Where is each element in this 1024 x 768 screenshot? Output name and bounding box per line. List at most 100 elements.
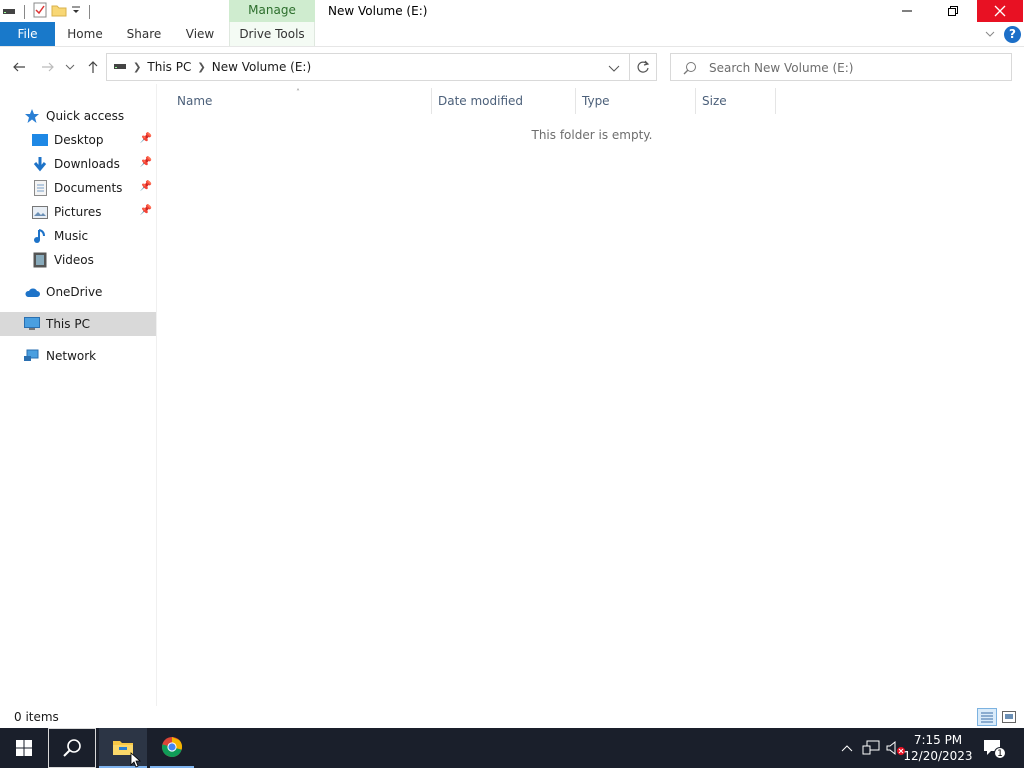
sidebar-item-label: This PC: [46, 317, 90, 331]
chrome-icon: [161, 737, 182, 758]
breadcrumb-this-pc[interactable]: This PC: [147, 60, 191, 74]
refresh-button[interactable]: [630, 53, 657, 81]
restore-button[interactable]: [930, 0, 976, 22]
sidebar-item-label: Quick access: [46, 109, 125, 123]
taskbar: 7:15 PM 12/20/2023 1: [0, 728, 1024, 768]
chevron-up-icon: [841, 745, 853, 752]
column-date-modified[interactable]: Date modified: [432, 88, 576, 114]
sidebar-item-label: Music: [54, 229, 89, 243]
large-icons-view-button[interactable]: [999, 708, 1019, 726]
back-button[interactable]: [10, 58, 28, 76]
drive-icon: [113, 60, 127, 74]
videos-icon: [32, 252, 48, 268]
start-button[interactable]: [0, 728, 48, 768]
ribbon-tabs: File Home Share View Drive Tools ?: [0, 22, 1024, 47]
notification-count-badge: 1: [994, 747, 1006, 759]
sidebar-item-label: Documents: [54, 181, 123, 195]
sidebar-item-label: Pictures: [54, 205, 102, 219]
network-status-button[interactable]: [861, 728, 881, 768]
clock[interactable]: 7:15 PM 12/20/2023: [900, 732, 976, 764]
chevron-down-icon: [608, 65, 620, 72]
column-name[interactable]: Name: [171, 88, 432, 114]
pin-icon: 📌: [139, 181, 152, 192]
sidebar-item-downloads[interactable]: Downloads 📌: [0, 152, 156, 176]
sidebar-item-label: Downloads: [54, 157, 120, 171]
item-count: 0 items: [14, 710, 59, 724]
tab-share[interactable]: Share: [122, 22, 166, 46]
pane-divider[interactable]: [156, 84, 157, 706]
column-header-row: ˄ Name Date modified Type Size: [157, 88, 1024, 114]
sidebar-item-label: Videos: [54, 253, 94, 267]
chevron-right-icon[interactable]: ❯: [133, 62, 141, 73]
sidebar-item-pictures[interactable]: Pictures 📌: [0, 200, 156, 224]
details-view-icon: [981, 712, 993, 723]
sidebar-item-videos[interactable]: Videos: [0, 248, 156, 272]
details-view-button[interactable]: [977, 708, 997, 726]
star-icon: [24, 108, 40, 124]
forward-button[interactable]: [39, 58, 57, 76]
pin-icon: 📌: [139, 157, 152, 168]
minimize-icon: [902, 10, 912, 12]
search-input[interactable]: [709, 59, 999, 76]
show-hidden-icons-button[interactable]: [838, 728, 856, 768]
clock-date: 12/20/2023: [903, 749, 973, 763]
tab-home[interactable]: Home: [61, 22, 109, 46]
search-box[interactable]: [670, 53, 1012, 81]
recent-locations-button[interactable]: [63, 58, 77, 76]
properties-icon[interactable]: [33, 2, 47, 21]
computer-icon: [24, 316, 40, 332]
address-bar[interactable]: ❯ This PC ❯ New Volume (E:): [106, 53, 630, 81]
network-icon: [862, 740, 880, 755]
pin-icon: 📌: [139, 133, 152, 144]
close-icon: [994, 5, 1006, 17]
documents-icon: [32, 180, 48, 196]
qat-separator-2: [89, 4, 90, 19]
breadcrumb-new-volume[interactable]: New Volume (E:): [212, 60, 311, 74]
music-icon: [32, 228, 48, 244]
up-button[interactable]: [84, 58, 102, 76]
restore-icon: [948, 6, 958, 16]
sidebar-item-label: Network: [46, 349, 97, 363]
title-bar: Manage New Volume (E:): [0, 0, 1024, 22]
desktop-icon: [32, 132, 48, 148]
column-type[interactable]: Type: [576, 88, 696, 114]
action-center-button[interactable]: 1: [982, 728, 1006, 768]
large-icons-view-icon: [1002, 711, 1016, 723]
window-title: New Volume (E:): [328, 4, 428, 18]
help-button[interactable]: ?: [1004, 26, 1021, 43]
refresh-icon: [637, 60, 650, 73]
sidebar-item-quick-access[interactable]: Quick access: [0, 104, 156, 128]
expand-ribbon-button[interactable]: [983, 27, 997, 41]
tab-drive-tools[interactable]: Drive Tools: [229, 22, 315, 46]
sidebar-item-this-pc[interactable]: This PC: [0, 312, 156, 336]
navigation-pane: Quick access Desktop 📌 Downloads 📌 Docum…: [0, 84, 156, 706]
mouse-cursor-icon: [130, 752, 142, 768]
column-size[interactable]: Size: [696, 88, 776, 114]
drive-icon[interactable]: [2, 5, 16, 19]
sidebar-item-label: OneDrive: [46, 285, 103, 299]
sidebar-item-documents[interactable]: Documents 📌: [0, 176, 156, 200]
minimize-button[interactable]: [884, 0, 930, 22]
network-icon: [24, 348, 40, 364]
forward-arrow-icon: [42, 62, 54, 72]
taskbar-search-button[interactable]: [48, 728, 96, 768]
windows-logo-icon: [16, 740, 32, 756]
sidebar-item-network[interactable]: Network: [0, 344, 156, 368]
new-folder-icon[interactable]: [51, 3, 67, 20]
status-bar: 0 items: [0, 706, 1024, 728]
downloads-icon: [32, 156, 48, 172]
address-dropdown-button[interactable]: [607, 61, 621, 75]
tab-view[interactable]: View: [180, 22, 220, 46]
taskbar-chrome[interactable]: [150, 728, 194, 768]
back-arrow-icon: [13, 62, 25, 72]
chevron-right-icon[interactable]: ❯: [197, 62, 205, 73]
close-button[interactable]: [977, 0, 1023, 22]
chevron-down-icon: [985, 31, 995, 37]
tab-file[interactable]: File: [0, 22, 55, 46]
customize-qat-icon[interactable]: [71, 4, 81, 19]
manage-contextual-tab[interactable]: Manage: [229, 0, 315, 22]
sidebar-item-onedrive[interactable]: OneDrive: [0, 280, 156, 304]
sidebar-item-label: Desktop: [54, 133, 104, 147]
sidebar-item-desktop[interactable]: Desktop 📌: [0, 128, 156, 152]
sidebar-item-music[interactable]: Music: [0, 224, 156, 248]
